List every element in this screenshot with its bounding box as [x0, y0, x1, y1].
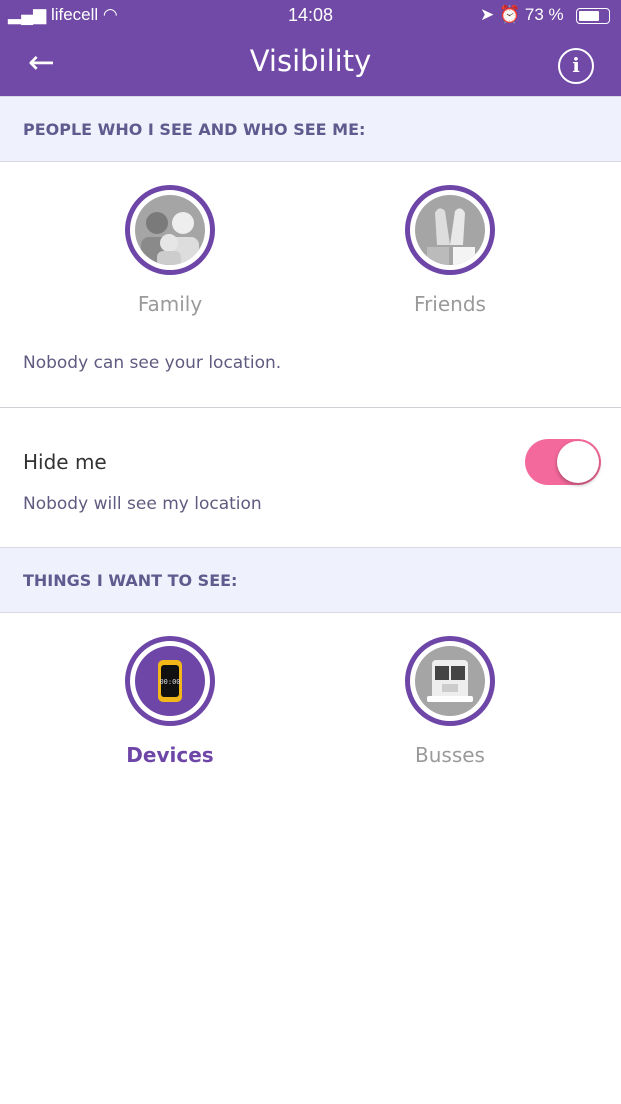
people-section-header: PEOPLE WHO I SEE AND WHO SEE ME: [0, 96, 621, 162]
bus-icon [415, 646, 485, 716]
hide-me-label: Hide me [23, 450, 107, 474]
location-icon: ➤ [480, 5, 495, 24]
svg-text:00:00: 00:00 [159, 678, 180, 686]
carrier-status: ▂▄▆ lifecell ◠ [8, 5, 118, 25]
busses-option[interactable] [405, 636, 495, 726]
devices-label: Devices [126, 743, 214, 767]
battery-percent: 73 % [524, 5, 564, 24]
visibility-note: Nobody can see your location. [23, 353, 282, 373]
things-section-header: THINGS I WANT TO SEE: [0, 547, 621, 613]
page-title: Visibility [249, 44, 372, 78]
info-button[interactable]: i [558, 48, 594, 84]
high-five-icon [415, 195, 485, 265]
family-icon [135, 195, 205, 265]
hide-me-toggle[interactable] [525, 439, 601, 485]
carrier: lifecell [50, 5, 99, 24]
devices-option[interactable]: 00:00 [125, 636, 215, 726]
family-label: Family [137, 292, 203, 316]
status-right: ➤ ⏰ 73 % [480, 5, 564, 25]
family-option[interactable] [125, 185, 215, 275]
signal-icon: ▂▄▆ [8, 5, 47, 24]
busses-label: Busses [415, 743, 485, 767]
app-header: ▂▄▆ lifecell ◠ 14:08 ➤ ⏰ 73 % ← Visibili… [0, 0, 621, 96]
friends-label: Friends [414, 292, 486, 316]
toggle-knob [557, 441, 599, 483]
alarm-icon: ⏰ [498, 5, 521, 24]
clock: 14:08 [288, 5, 334, 25]
friends-option[interactable] [405, 185, 495, 275]
battery-icon [576, 8, 610, 24]
hide-me-description: Nobody will see my location [23, 494, 262, 514]
info-icon: i [572, 53, 580, 77]
divider [0, 407, 621, 408]
wifi-icon: ◠ [102, 5, 118, 24]
watch-icon: 00:00 [135, 646, 205, 716]
